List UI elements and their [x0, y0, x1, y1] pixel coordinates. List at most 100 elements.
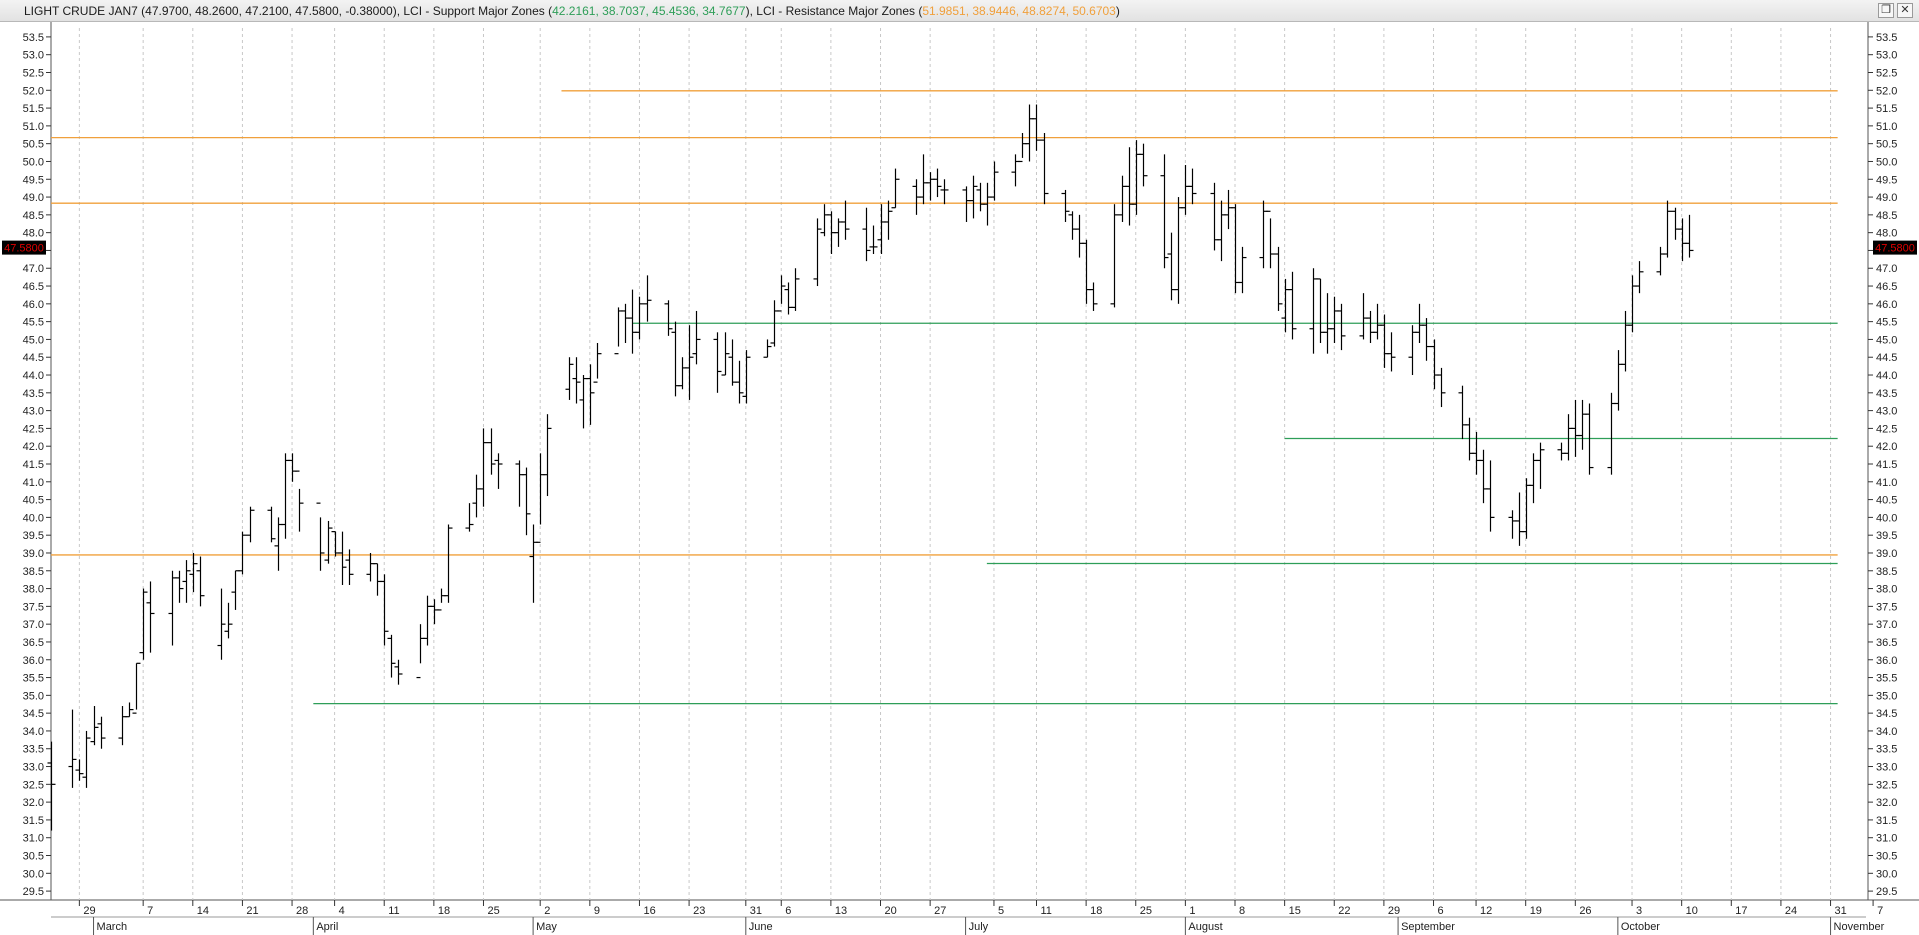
y-tick-label-right: 31.0: [1876, 833, 1897, 845]
month-label: November: [1834, 921, 1885, 933]
x-tick-label: 3: [1636, 905, 1642, 917]
y-tick-label-right: 36.0: [1876, 655, 1897, 667]
x-tick-label: 27: [934, 905, 946, 917]
y-tick-label-left: 49.0: [23, 192, 44, 204]
y-tick-label-right: 50.5: [1876, 139, 1897, 151]
month-label: June: [749, 921, 773, 933]
x-tick-label: 31: [750, 905, 762, 917]
y-tick-label-left: 46.5: [23, 281, 44, 293]
y-tick-label-left: 51.5: [23, 103, 44, 115]
y-tick-label-right: 35.0: [1876, 690, 1897, 702]
y-tick-label-right: 45.0: [1876, 334, 1897, 346]
y-tick-label-left: 41.5: [23, 459, 44, 471]
y-tick-label-left: 33.5: [23, 744, 44, 756]
y-tick-label-left: 48.0: [23, 228, 44, 240]
x-tick-label: 7: [1877, 905, 1883, 917]
month-label: May: [536, 921, 557, 933]
title-resistance-values: 51.9851, 38.9446, 48.8274, 50.6703: [922, 4, 1116, 18]
x-tick-label: 11: [388, 905, 399, 917]
close-icon[interactable]: ✕: [1897, 3, 1913, 18]
x-tick-label: 25: [487, 905, 499, 917]
y-tick-label-right: 51.0: [1876, 121, 1897, 133]
y-tick-label-left: 46.0: [23, 299, 44, 311]
y-tick-label-right: 48.0: [1876, 228, 1897, 240]
x-tick-label: 19: [1530, 905, 1542, 917]
y-tick-label-left: 30.5: [23, 851, 44, 863]
y-tick-label-right: 32.5: [1876, 779, 1897, 791]
chart-titlebar: LIGHT CRUDE JAN7 (47.9700, 48.2600, 47.2…: [0, 0, 1919, 22]
y-tick-label-left: 42.0: [23, 441, 44, 453]
y-tick-label-right: 46.5: [1876, 281, 1897, 293]
y-tick-label-left: 34.0: [23, 726, 44, 738]
x-tick-label: 5: [998, 905, 1004, 917]
month-label: September: [1401, 921, 1455, 933]
x-tick-label: 29: [83, 905, 95, 917]
x-tick-label: 29: [1388, 905, 1400, 917]
x-tick-label: 28: [296, 905, 308, 917]
x-tick-label: 12: [1480, 905, 1492, 917]
x-tick-label: 18: [438, 905, 450, 917]
y-tick-label-right: 33.5: [1876, 744, 1897, 756]
y-tick-label-right: 31.5: [1876, 815, 1897, 827]
last-price-marker-right: 47.5800: [1873, 240, 1917, 255]
y-tick-label-right: 52.0: [1876, 85, 1897, 97]
chart-background: [0, 22, 1919, 935]
y-tick-label-left: 51.0: [23, 121, 44, 133]
y-tick-label-left: 32.0: [23, 797, 44, 809]
y-tick-label-right: 37.5: [1876, 601, 1897, 613]
y-tick-label-right: 29.5: [1876, 886, 1897, 898]
y-tick-label-right: 39.5: [1876, 530, 1897, 542]
x-tick-label: 14: [197, 905, 209, 917]
y-tick-label-right: 44.0: [1876, 370, 1897, 382]
y-tick-label-right: 40.5: [1876, 495, 1897, 507]
y-tick-label-left: 50.5: [23, 139, 44, 151]
y-tick-label-right: 42.0: [1876, 441, 1897, 453]
month-label: April: [316, 921, 338, 933]
x-tick-label: 6: [785, 905, 791, 917]
x-tick-label: 7: [147, 905, 153, 917]
y-tick-label-left: 52.0: [23, 85, 44, 97]
x-tick-label: 20: [885, 905, 897, 917]
y-tick-label-right: 43.0: [1876, 406, 1897, 418]
x-tick-label: 4: [339, 905, 345, 917]
y-tick-label-left: 43.0: [23, 406, 44, 418]
y-tick-label-left: 31.5: [23, 815, 44, 827]
x-tick-label: 24: [1785, 905, 1797, 917]
y-tick-label-left: 35.0: [23, 690, 44, 702]
x-tick-label: 13: [835, 905, 847, 917]
y-tick-label-right: 40.0: [1876, 512, 1897, 524]
y-tick-label-right: 42.5: [1876, 423, 1897, 435]
y-tick-label-right: 53.5: [1876, 32, 1897, 44]
y-tick-label-right: 48.5: [1876, 210, 1897, 222]
y-tick-label-right: 50.0: [1876, 156, 1897, 168]
y-tick-label-left: 37.0: [23, 619, 44, 631]
y-tick-label-right: 47.0: [1876, 263, 1897, 275]
y-tick-label-right: 49.0: [1876, 192, 1897, 204]
y-tick-label-right: 46.0: [1876, 299, 1897, 311]
y-tick-label-left: 48.5: [23, 210, 44, 222]
restore-icon[interactable]: ❐: [1878, 3, 1894, 18]
month-label: July: [969, 921, 989, 933]
x-tick-label: 16: [643, 905, 655, 917]
y-tick-label-left: 34.5: [23, 708, 44, 720]
last-price-marker-left-label: 47.5800: [4, 243, 44, 255]
y-tick-label-left: 29.5: [23, 886, 44, 898]
y-tick-label-right: 53.0: [1876, 50, 1897, 62]
y-tick-label-right: 34.5: [1876, 708, 1897, 720]
x-tick-label: 17: [1735, 905, 1747, 917]
x-tick-label: 2: [544, 905, 550, 917]
y-tick-label-left: 50.0: [23, 156, 44, 168]
x-tick-label: 21: [246, 905, 258, 917]
y-tick-label-right: 38.5: [1876, 566, 1897, 578]
x-tick-label: 11: [1040, 905, 1051, 917]
y-tick-label-left: 53.0: [23, 50, 44, 62]
month-label: August: [1188, 921, 1222, 933]
y-tick-label-right: 33.0: [1876, 762, 1897, 774]
y-tick-label-left: 40.0: [23, 512, 44, 524]
y-tick-label-left: 38.0: [23, 584, 44, 596]
y-tick-label-left: 38.5: [23, 566, 44, 578]
title-ohlc-values: 47.9700, 48.2600, 47.2100, 47.5800, -0.3…: [145, 4, 393, 18]
y-tick-label-left: 53.5: [23, 32, 44, 44]
y-tick-label-right: 34.0: [1876, 726, 1897, 738]
y-tick-label-left: 40.5: [23, 495, 44, 507]
